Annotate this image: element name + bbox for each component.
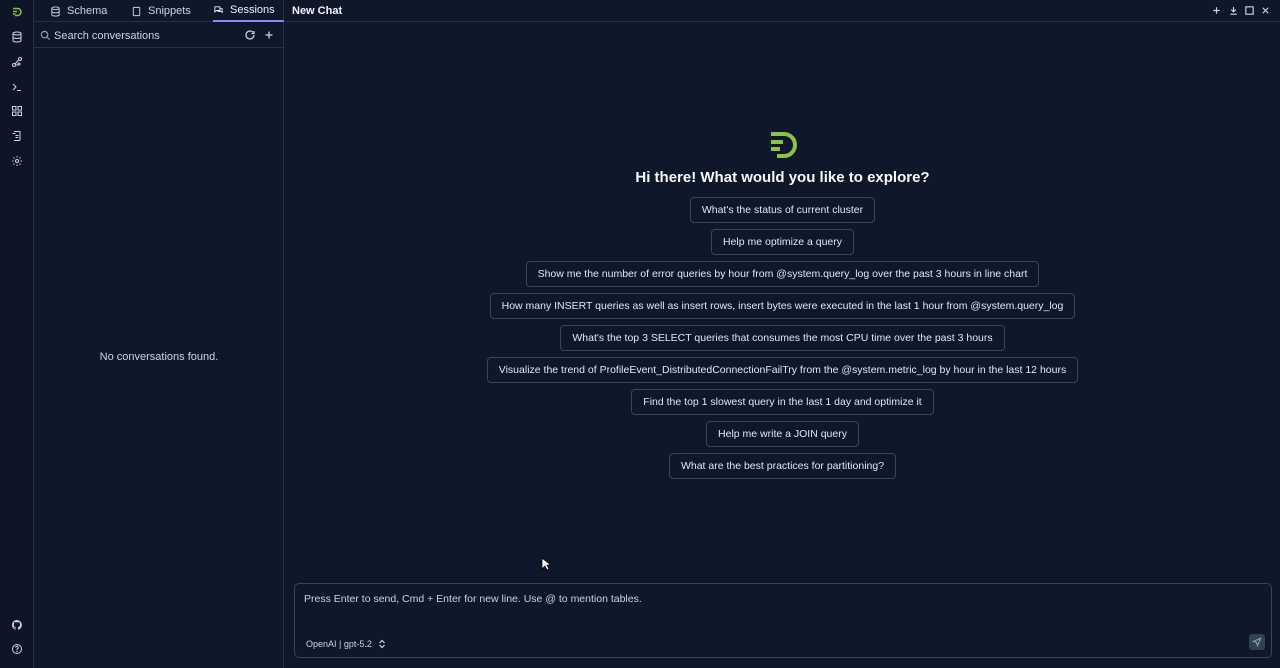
chat-header: New Chat [285, 0, 1280, 22]
send-button[interactable] [1249, 634, 1265, 650]
search-input[interactable] [54, 27, 244, 45]
tab-snippets[interactable]: Snippets [131, 0, 191, 22]
suggestion-button[interactable]: Find the top 1 slowest query in the last… [631, 389, 934, 415]
download-icon[interactable] [1228, 5, 1239, 16]
database-icon[interactable] [8, 28, 26, 46]
gear-icon[interactable] [8, 152, 26, 170]
suggestion-button[interactable]: What's the status of current cluster [689, 197, 876, 223]
suggestion-button[interactable]: How many INSERT queries as well as inser… [489, 293, 1076, 319]
tab-sessions[interactable]: Sessions [213, 0, 284, 22]
activity-rail [0, 0, 34, 668]
send-icon [1252, 637, 1262, 647]
page-title: New Chat [292, 5, 343, 17]
search-icon [40, 30, 51, 41]
chat-icon [214, 5, 223, 13]
tab-schema[interactable]: Schema [50, 0, 107, 22]
suggestion-button[interactable]: What's the top 3 SELECT queries that con… [560, 325, 1005, 351]
suggestion-button[interactable]: Help me optimize a query [710, 229, 855, 255]
model-selector-label: OpenAI | gpt-5.2 [306, 639, 372, 649]
message-input[interactable]: Press Enter to send, Cmd + Enter for new… [304, 593, 1204, 605]
graph-icon[interactable] [8, 53, 26, 71]
dashboard-icon[interactable] [8, 102, 26, 120]
empty-sessions-message: No conversations found. [99, 351, 219, 363]
tab-snippets-label: Snippets [148, 5, 191, 17]
app-logo-icon[interactable] [8, 3, 26, 21]
close-icon[interactable] [1260, 5, 1271, 16]
greeting-heading: Hi there! What would you like to explore… [635, 169, 930, 186]
search-bar [34, 24, 284, 48]
chevron-up-down-icon [378, 639, 385, 649]
chat-main: New Chat Hi there! What would you like t… [285, 0, 1280, 668]
new-session-plus-icon[interactable] [263, 29, 275, 41]
model-selector[interactable]: OpenAI | gpt-5.2 [306, 639, 386, 649]
chat-composer[interactable]: Press Enter to send, Cmd + Enter for new… [294, 583, 1272, 658]
suggestion-button[interactable]: Visualize the trend of ProfileEvent_Dist… [486, 357, 1079, 383]
panel-tabs: Schema Snippets Sessions [34, 0, 284, 22]
tab-sessions-label: Sessions [230, 4, 275, 16]
script-icon[interactable] [8, 127, 26, 145]
file-icon [132, 6, 141, 16]
mouse-cursor-icon [541, 557, 551, 571]
maximize-icon[interactable] [1244, 5, 1255, 16]
terminal-icon[interactable] [8, 78, 26, 96]
sessions-panel: Schema Snippets Sessions No conversation… [34, 0, 284, 668]
refresh-icon[interactable] [244, 29, 256, 41]
suggestion-button[interactable]: Show me the number of error queries by h… [525, 261, 1040, 287]
suggestion-list: What's the status of current cluster Hel… [285, 197, 1280, 479]
suggestion-button[interactable]: Help me write a JOIN query [706, 421, 859, 447]
github-icon[interactable] [8, 616, 26, 634]
brand-logo-icon [771, 132, 797, 158]
help-icon[interactable] [8, 640, 26, 658]
suggestion-button[interactable]: What are the best practices for partitio… [668, 453, 897, 479]
plus-icon[interactable] [1211, 5, 1222, 16]
database-icon [51, 5, 60, 17]
tab-schema-label: Schema [67, 5, 108, 17]
